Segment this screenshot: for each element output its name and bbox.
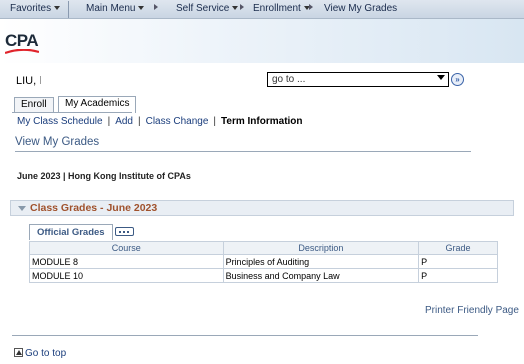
table-row: MODULE 8 Principles of Auditing P — [29, 254, 498, 269]
breadcrumb-arrow-icon — [305, 3, 317, 14]
self-service-menu[interactable]: Self Service — [176, 3, 239, 14]
cell-course: MODULE 8 — [29, 254, 224, 269]
link-term-information[interactable]: Term Information — [221, 116, 302, 127]
printer-friendly-link[interactable]: Printer Friendly Page — [425, 305, 519, 316]
tab-my-academics[interactable]: My Academics — [58, 96, 137, 113]
favorites-menu[interactable]: Favorites — [10, 3, 61, 14]
cell-description: Business and Company Law — [222, 268, 420, 283]
breadcrumb-arrow-icon — [150, 3, 162, 14]
breadcrumb-current: View My Grades — [324, 3, 398, 14]
chevron-down-icon — [138, 6, 145, 10]
cell-grade: P — [418, 268, 498, 283]
cpa-logo: CPA — [5, 31, 41, 55]
column-header-description: Description — [222, 241, 420, 255]
header-banner — [0, 19, 524, 63]
chevron-down-icon — [437, 75, 445, 80]
title-divider — [15, 151, 471, 152]
favorites-label: Favorites — [10, 3, 52, 14]
enrollment-label: Enrollment — [253, 3, 301, 14]
cell-grade: P — [418, 254, 498, 269]
user-name-text: LIU, — [16, 75, 37, 87]
collapse-triangle-icon — [18, 206, 26, 211]
table-row: MODULE 10 Business and Company Law P — [29, 268, 498, 283]
goto-go-button[interactable]: » — [451, 73, 464, 86]
cell-course: MODULE 10 — [29, 268, 224, 283]
main-menu[interactable]: Main Menu — [86, 3, 145, 14]
top-nav-bar: Favorites Main Menu Self Service Enrollm… — [0, 0, 524, 19]
user-name: LIU, l — [16, 75, 42, 87]
tab-official-grades[interactable]: Official Grades — [29, 224, 113, 240]
column-header-course: Course — [29, 241, 224, 255]
user-name-tail: l — [39, 75, 42, 87]
cell-description: Principles of Auditing — [222, 254, 420, 269]
link-add[interactable]: Add — [115, 116, 133, 127]
arrow-up-icon — [14, 348, 23, 357]
term-label: June 2023 | Hong Kong Institute of CPAs — [17, 171, 191, 181]
link-class-change[interactable]: Class Change — [146, 116, 209, 127]
footer-divider — [12, 335, 478, 336]
link-separator: | — [107, 116, 111, 127]
go-to-top-label: Go to top — [25, 348, 67, 359]
sub-navigation: My Class Schedule | Add | Class Change | Term … — [17, 116, 303, 127]
link-my-class-schedule[interactable]: My Class Schedule — [17, 116, 103, 127]
goto-select[interactable]: go to ... — [267, 72, 449, 87]
tab-enroll[interactable]: Enroll — [14, 97, 54, 113]
table-header-row: Course Description Grade — [29, 241, 498, 255]
grid-view-icon[interactable] — [115, 227, 134, 236]
grades-table: Course Description Grade MODULE 8 Princi… — [29, 241, 498, 283]
column-header-grade: Grade — [418, 241, 498, 255]
section-title: Class Grades - June 2023 — [30, 202, 158, 214]
enrollment-menu[interactable]: Enrollment — [253, 3, 310, 14]
link-separator: | — [213, 116, 217, 127]
logo-text: CPA — [5, 31, 39, 50]
logo-swoosh-icon — [5, 49, 39, 55]
tab-underline — [12, 112, 132, 113]
go-to-top-link[interactable]: Go to top — [14, 348, 66, 359]
link-separator: | — [138, 116, 141, 127]
main-menu-label: Main Menu — [86, 3, 136, 14]
goto-select-value: go to ... — [272, 74, 306, 85]
self-service-label: Self Service — [176, 3, 230, 14]
nav-divider — [68, 1, 69, 18]
page-title: View My Grades — [15, 136, 100, 148]
class-grades-section-header[interactable]: Class Grades - June 2023 — [10, 200, 514, 216]
breadcrumb-arrow-icon — [236, 3, 248, 14]
chevron-down-icon — [54, 6, 61, 10]
